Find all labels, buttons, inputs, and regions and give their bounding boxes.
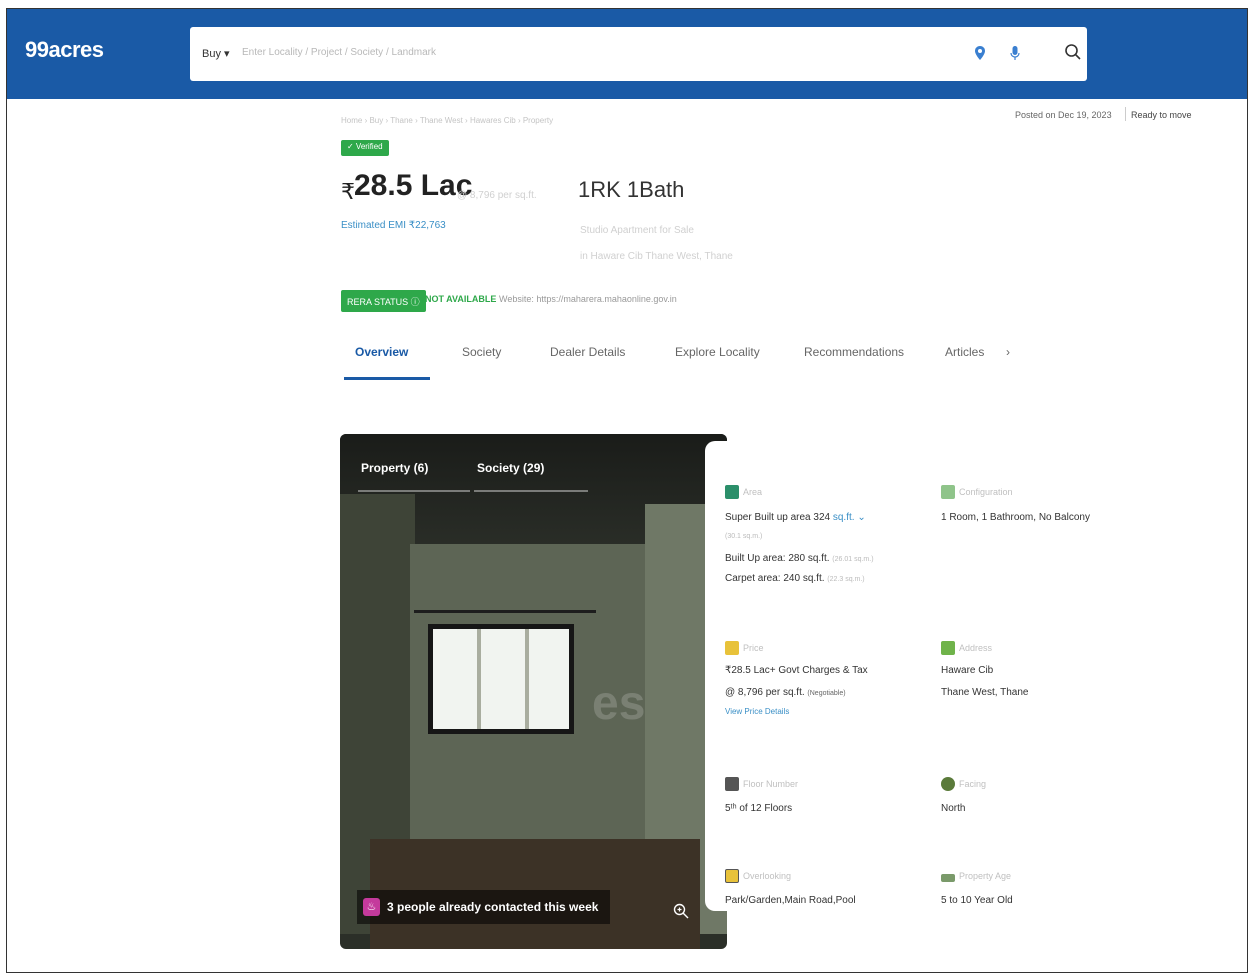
rera-website[interactable]: Website: https://maharera.mahaonline.gov…: [499, 294, 677, 304]
tab-explore-locality[interactable]: Explore Locality: [675, 345, 760, 359]
contact-count-text: 3 people already contacted this week: [387, 900, 599, 914]
site-logo[interactable]: 99acres: [25, 37, 104, 63]
tabs-next-arrow[interactable]: ›: [1006, 345, 1010, 359]
area-icon: [725, 485, 739, 499]
property-details-panel: Area Super Built up area 324 sq.ft. ⌄ (3…: [705, 441, 1090, 911]
property-photo-gallery[interactable]: es Property (6) Society (29) ♨ 3 people …: [340, 434, 727, 949]
property-age-value: 5 to 10 Year Old: [941, 895, 1013, 906]
photo-curtain-rod: [414, 610, 596, 613]
mic-icon[interactable]: [1010, 46, 1020, 61]
floor-label: Floor Number: [743, 779, 799, 789]
built-up-sqm: (26.01 sq.m.): [832, 556, 874, 563]
window-frame: [525, 629, 529, 729]
price-value: 28.5 Lac: [354, 169, 473, 202]
posted-date: Posted on Dec 19, 2023: [1015, 110, 1112, 120]
built-up-area: Built Up area: 280 sq.ft. (26.01 sq.m.): [725, 553, 874, 564]
tab-recommendations[interactable]: Recommendations: [804, 345, 904, 359]
address-icon: [941, 641, 955, 655]
price-per-sqft-text: @ 8,796 per sq.ft.: [725, 687, 805, 698]
property-location: in Haware Cib Thane West, Thane: [580, 251, 733, 262]
contact-count-banner: ♨ 3 people already contacted this week: [357, 890, 610, 924]
unit-dropdown[interactable]: sq.ft. ⌄: [833, 512, 866, 523]
fire-icon: ♨: [363, 898, 380, 916]
overlooking-icon: [725, 869, 739, 883]
gallery-tab-underline: [474, 490, 588, 492]
tab-society[interactable]: Society: [462, 345, 501, 359]
gallery-tab-society[interactable]: Society (29): [477, 461, 544, 475]
carpet-area: Carpet area: 240 sq.ft. (22.3 sq.m.): [725, 573, 865, 584]
price-per-sqft-detail: @ 8,796 per sq.ft. (Negotiable): [725, 687, 846, 698]
price-currency: ₹: [341, 179, 355, 204]
tab-overview[interactable]: Overview: [355, 345, 408, 359]
top-header: 99acres Buy ▾ Enter Locality / Project /…: [7, 9, 1247, 99]
price-per-sqft: @ 8,796 per sq.ft.: [457, 190, 537, 201]
super-built-up-text: Super Built up area 324: [725, 512, 831, 523]
verified-badge: ✓ Verified: [341, 140, 389, 156]
zoom-icon[interactable]: [673, 903, 689, 919]
breadcrumb[interactable]: Home › Buy › Thane › Thane West › Haware…: [341, 116, 553, 125]
building-icon: [941, 874, 955, 882]
super-built-up-area: Super Built up area 324 sq.ft. ⌄: [725, 512, 866, 523]
configuration-label: Configuration: [959, 487, 1013, 497]
window-frame: [477, 629, 481, 729]
search-bar[interactable]: Buy ▾ Enter Locality / Project / Society…: [190, 27, 1087, 81]
floor-icon: [725, 777, 739, 791]
carpet-text: Carpet area: 240 sq.ft.: [725, 573, 825, 584]
view-price-details-link[interactable]: View Price Details: [725, 707, 789, 716]
gallery-tab-property[interactable]: Property (6): [361, 461, 428, 475]
area-sqm: (30.1 sq.m.): [725, 533, 763, 540]
location-icon[interactable]: [974, 46, 986, 60]
search-icon[interactable]: [1064, 43, 1082, 61]
property-age-label: Property Age: [959, 871, 1012, 881]
property-type: Studio Apartment for Sale: [580, 225, 694, 236]
address-label: Address: [959, 643, 993, 653]
compass-icon: [941, 777, 955, 791]
price-value-detail: ₹28.5 Lac+ Govt Charges & Tax: [725, 665, 868, 676]
tab-dealer-details[interactable]: Dealer Details: [550, 345, 625, 359]
address-line1: Haware Cib: [941, 665, 994, 676]
possession-status: Ready to move: [1131, 110, 1192, 120]
section-tabs: Overview Society Dealer Details Explore …: [341, 327, 1021, 381]
configuration-value: 1 Room, 1 Bathroom, No Balcony: [941, 512, 1090, 523]
rera-status-badge[interactable]: RERA STATUS ⓘ: [341, 290, 426, 312]
page-frame: 99acres Buy ▾ Enter Locality / Project /…: [6, 8, 1248, 973]
area-label: Area: [743, 487, 763, 497]
rera-value: NOT AVAILABLE: [425, 294, 497, 304]
gallery-tab-underline: [358, 490, 470, 492]
overlooking-value: Park/Garden,Main Road,Pool: [725, 895, 856, 906]
active-tab-indicator: [344, 377, 430, 380]
price-icon: [725, 641, 739, 655]
address-line2: Thane West, Thane: [941, 687, 1029, 698]
photo-window: [428, 624, 574, 734]
facing-label: Facing: [959, 779, 987, 789]
built-up-text: Built Up area: 280 sq.ft.: [725, 553, 830, 564]
floor-value: 5ᵗʰ of 12 Floors: [725, 803, 793, 814]
carpet-sqm: (22.3 sq.m.): [827, 576, 865, 583]
search-input[interactable]: Enter Locality / Project / Society / Lan…: [242, 47, 436, 58]
negotiable-tag: (Negotiable): [807, 690, 846, 697]
config-title: 1RK 1Bath: [578, 177, 685, 202]
watermark: es: [592, 677, 646, 730]
configuration-icon: [941, 485, 955, 499]
emi-link[interactable]: Estimated EMI ₹22,763: [341, 220, 446, 231]
overlooking-label: Overlooking: [743, 871, 792, 881]
buy-dropdown[interactable]: Buy ▾: [202, 47, 230, 60]
facing-value: North: [941, 803, 966, 814]
price-label: Price: [743, 643, 764, 653]
tab-articles[interactable]: Articles: [945, 345, 984, 359]
divider: [1125, 107, 1126, 121]
